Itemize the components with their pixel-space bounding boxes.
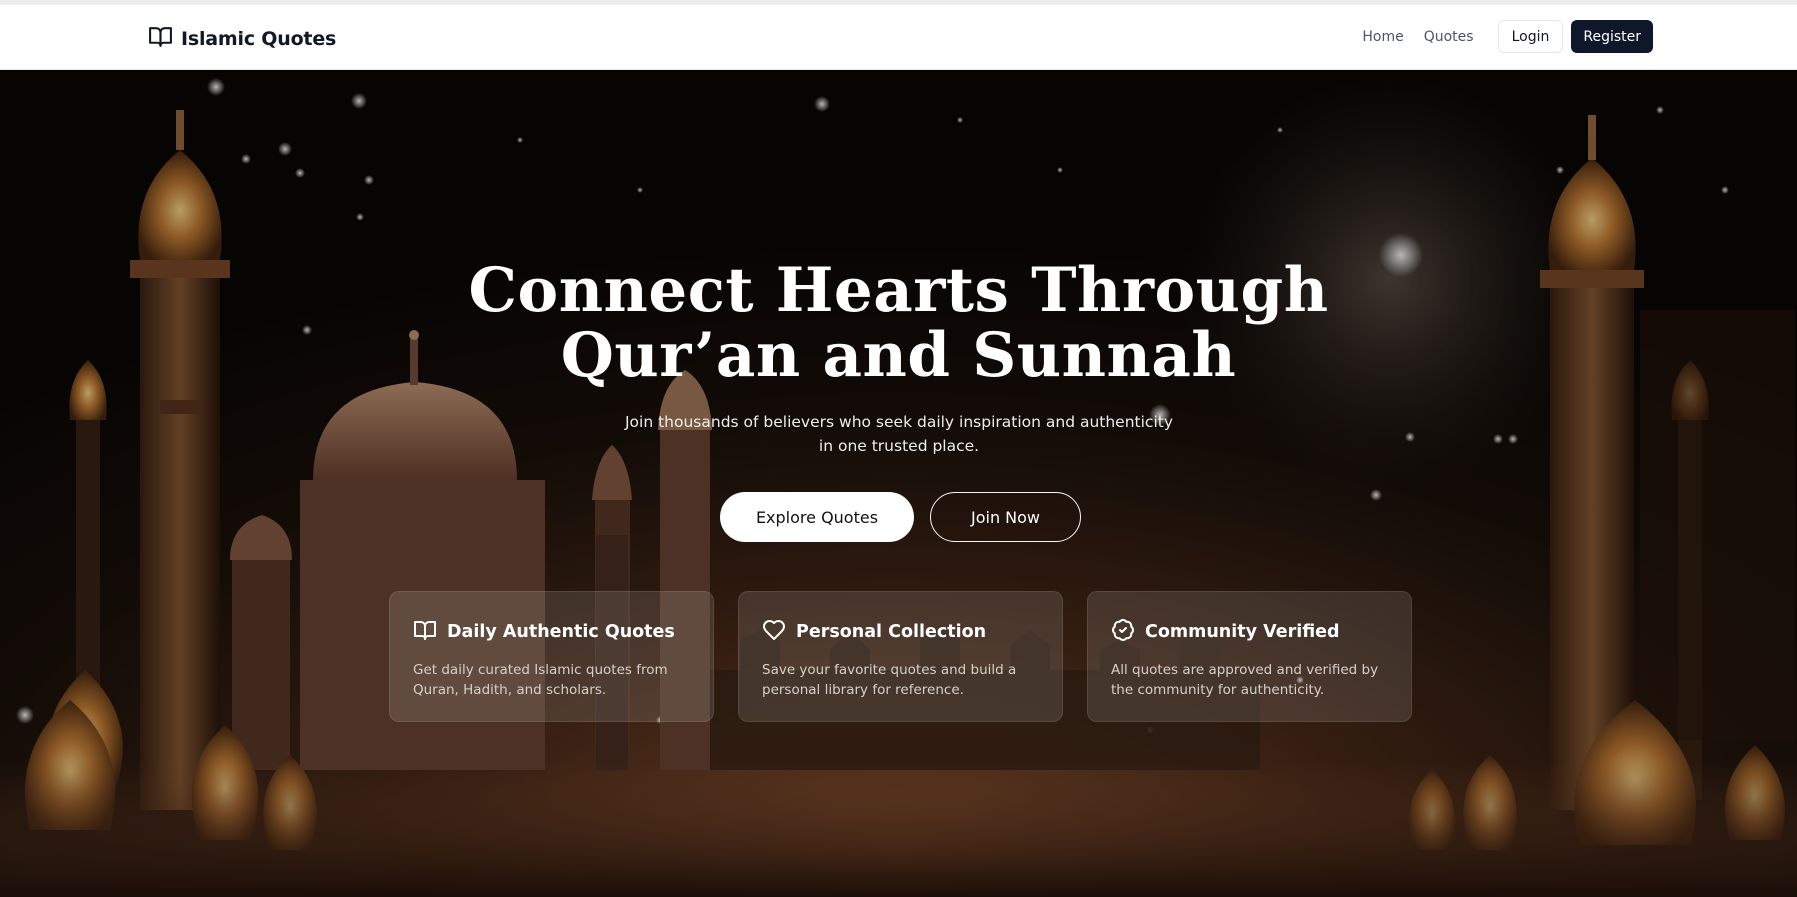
feature-card-text: Save your favorite quotes and build a pe…: [762, 662, 1017, 698]
hero-title: Connect Hearts Through Qur’an and Sunnah: [0, 258, 1797, 388]
feature-card-text: Get daily curated Islamic quotes from Qu…: [413, 662, 668, 698]
hero-subtitle: Join thousands of believers who seek dai…: [624, 413, 1174, 455]
feature-card-personal-collection: Personal Collection Save your favorite q…: [738, 591, 1063, 722]
hero-section: Connect Hearts Through Qur’an and Sunnah…: [0, 70, 1797, 897]
nav-link-quotes[interactable]: Quotes: [1424, 29, 1474, 45]
badge-check-icon: [1111, 618, 1135, 646]
feature-card-community-verified: Community Verified All quotes are approv…: [1087, 591, 1412, 722]
feature-card-header: Daily Authentic Quotes: [413, 618, 675, 646]
heart-icon: [762, 618, 786, 646]
feature-card-header: Community Verified: [1111, 618, 1340, 646]
hero-cta-group: Explore Quotes Join Now: [720, 492, 1081, 542]
open-book-icon: [413, 618, 437, 646]
hero-title-line1: Connect Hearts Through: [468, 255, 1329, 326]
feature-card-daily-quotes: Daily Authentic Quotes Get daily curated…: [389, 591, 714, 722]
nav-menu: Home Quotes Login Register: [1362, 20, 1653, 53]
feature-card-title: Personal Collection: [796, 622, 987, 642]
join-now-button[interactable]: Join Now: [930, 492, 1081, 542]
open-book-icon: [148, 24, 173, 53]
feature-card-title: Community Verified: [1145, 622, 1340, 642]
feature-card-text: All quotes are approved and verified by …: [1111, 662, 1379, 698]
register-button[interactable]: Register: [1571, 20, 1653, 53]
explore-quotes-button[interactable]: Explore Quotes: [720, 492, 914, 542]
login-button[interactable]: Login: [1497, 20, 1564, 53]
hero-title-line2: Qur’an and Sunnah: [560, 320, 1237, 391]
hero-background-mosque-night: [0, 70, 1797, 897]
feature-card-title: Daily Authentic Quotes: [447, 622, 675, 642]
brand-name: Islamic Quotes: [181, 27, 337, 50]
nav-link-home[interactable]: Home: [1362, 29, 1403, 45]
navbar: Islamic Quotes Home Quotes Login Registe…: [0, 0, 1797, 70]
feature-card-header: Personal Collection: [762, 618, 986, 646]
brand-logo[interactable]: Islamic Quotes: [148, 24, 336, 53]
